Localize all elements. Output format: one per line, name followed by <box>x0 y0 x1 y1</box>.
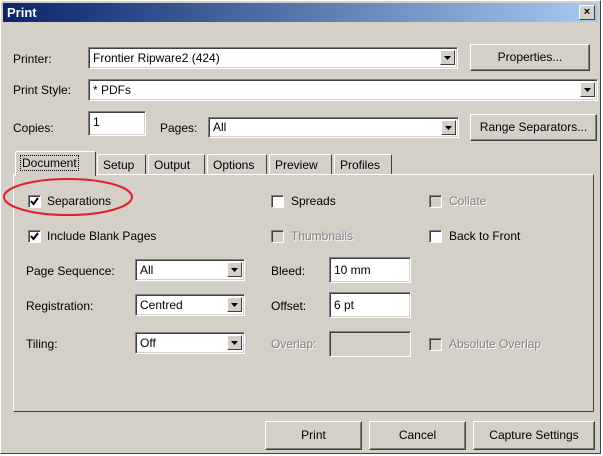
bleed-value: 10 mm <box>334 263 371 277</box>
back-to-front-checkbox[interactable] <box>429 230 442 243</box>
tab-options[interactable]: Options <box>207 154 267 175</box>
pages-dropdown-arrow[interactable] <box>441 120 456 135</box>
checkmark-icon <box>30 232 39 241</box>
chevron-down-icon <box>231 268 238 272</box>
pages-label: Pages: <box>160 121 198 135</box>
spreads-label: Spreads <box>291 194 336 208</box>
print-style-dropdown[interactable]: * PDFs <box>88 79 598 101</box>
overlap-label: Overlap: <box>271 337 317 351</box>
bleed-label: Bleed: <box>271 264 306 278</box>
include-blank-pages-checkbox[interactable] <box>28 230 41 243</box>
spreads-checkbox[interactable] <box>271 195 284 208</box>
window-title: Print <box>7 5 37 20</box>
chevron-down-icon <box>231 341 238 345</box>
chevron-down-icon <box>445 126 452 130</box>
thumbnails-label: Thumbnails <box>291 229 354 243</box>
copies-label: Copies: <box>13 121 54 135</box>
offset-value: 6 pt <box>334 298 355 312</box>
tab-output[interactable]: Output <box>148 154 205 175</box>
tiling-value: Off <box>140 336 156 350</box>
tiling-dropdown-arrow[interactable] <box>227 335 242 350</box>
range-separators-button[interactable]: Range Separators... <box>470 114 597 141</box>
pages-value: All <box>213 120 227 134</box>
cancel-button[interactable]: Cancel <box>369 421 466 450</box>
print-style-label: Print Style: <box>13 83 72 97</box>
offset-input[interactable]: 6 pt <box>329 292 411 318</box>
close-icon: × <box>583 6 591 18</box>
title-bar[interactable]: Print × <box>3 3 598 22</box>
print-style-dropdown-arrow[interactable] <box>580 82 595 97</box>
tab-profiles[interactable]: Profiles <box>334 154 392 175</box>
tiling-dropdown[interactable]: Off <box>135 332 245 354</box>
include-blank-pages-label: Include Blank Pages <box>47 229 157 243</box>
registration-value: Centred <box>140 298 183 312</box>
registration-dropdown[interactable]: Centred <box>135 294 245 316</box>
tiling-label: Tiling: <box>26 337 58 351</box>
copies-input[interactable]: 1 <box>88 111 146 136</box>
print-style-value: * PDFs <box>93 83 132 97</box>
page-sequence-dropdown[interactable]: All <box>135 259 245 281</box>
page-sequence-label: Page Sequence: <box>26 264 115 278</box>
printer-label: Printer: <box>13 52 52 66</box>
print-dialog: Print × Printer: Frontier Ripware2 (424)… <box>0 0 601 454</box>
capture-settings-button[interactable]: Capture Settings <box>473 421 595 450</box>
close-button[interactable]: × <box>579 5 595 20</box>
printer-dropdown[interactable]: Frontier Ripware2 (424) <box>88 47 458 69</box>
back-to-front-label: Back to Front <box>449 229 521 243</box>
thumbnails-checkbox[interactable] <box>271 230 284 243</box>
chevron-down-icon <box>444 56 451 60</box>
tab-document[interactable]: Document <box>15 151 96 176</box>
overlap-input[interactable] <box>329 331 411 357</box>
collate-label: Collate <box>449 194 487 208</box>
chevron-down-icon <box>231 303 238 307</box>
bleed-input[interactable]: 10 mm <box>329 257 411 283</box>
print-button[interactable]: Print <box>265 421 362 450</box>
page-sequence-dropdown-arrow[interactable] <box>227 262 242 277</box>
highlight-circle <box>3 178 133 216</box>
tab-preview[interactable]: Preview <box>269 154 332 175</box>
printer-dropdown-arrow[interactable] <box>440 50 455 65</box>
absolute-overlap-label: Absolute Overlap <box>449 337 542 351</box>
registration-dropdown-arrow[interactable] <box>227 297 242 312</box>
collate-checkbox[interactable] <box>429 195 442 208</box>
offset-label: Offset: <box>271 299 307 313</box>
page-sequence-value: All <box>140 263 154 277</box>
copies-value: 1 <box>93 115 100 129</box>
registration-label: Registration: <box>26 299 94 313</box>
properties-button[interactable]: Properties... <box>470 44 590 71</box>
printer-value: Frontier Ripware2 (424) <box>93 51 220 65</box>
pages-dropdown[interactable]: All <box>208 117 459 138</box>
tab-setup[interactable]: Setup <box>97 154 146 175</box>
absolute-overlap-checkbox[interactable] <box>429 338 442 351</box>
chevron-down-icon <box>584 88 591 92</box>
